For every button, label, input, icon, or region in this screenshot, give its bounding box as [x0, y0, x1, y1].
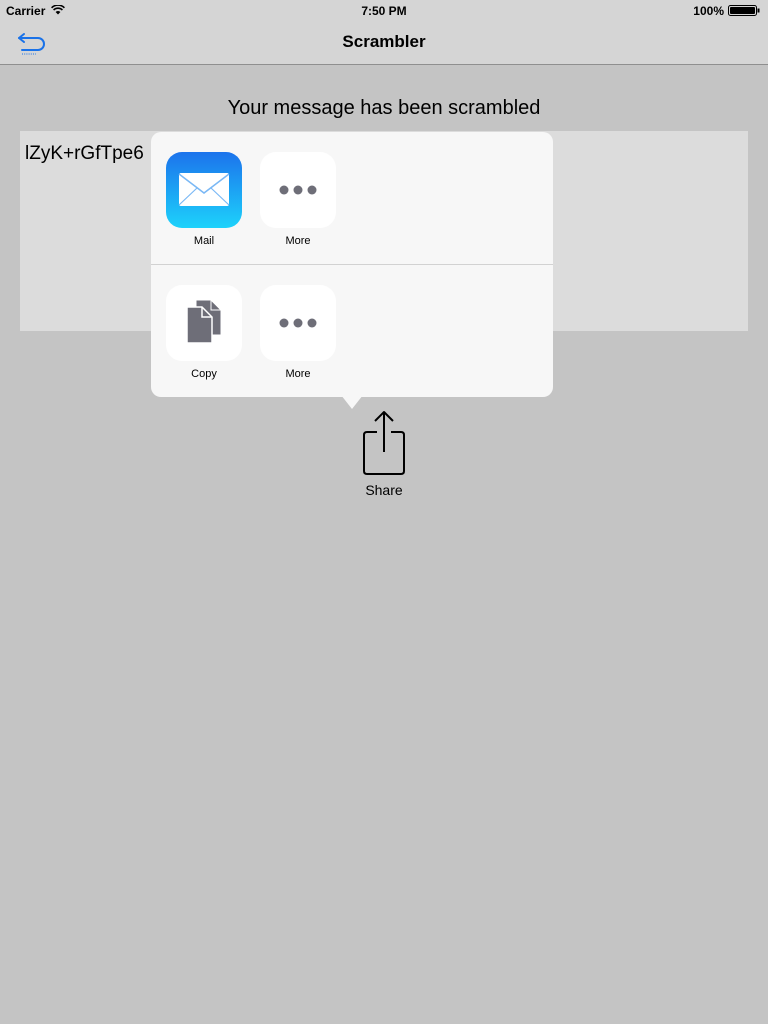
mail-icon	[178, 173, 230, 206]
share-label: Share	[365, 482, 403, 498]
more-icon	[279, 318, 317, 328]
share-option-label: More	[285, 235, 311, 247]
share-option-more-activities[interactable]: More	[260, 152, 336, 256]
status-time: 7:50 PM	[361, 4, 407, 18]
nav-title: Scrambler	[342, 32, 426, 51]
more-icon	[279, 185, 317, 195]
share-option-copy[interactable]: Copy	[166, 285, 242, 389]
share-icon	[363, 411, 405, 475]
copy-tile	[166, 285, 242, 361]
mail-tile	[166, 152, 242, 228]
share-sheet-popover: Mail More Copy More	[151, 132, 553, 397]
share-option-mail[interactable]: Mail	[166, 152, 242, 256]
share-option-label: Mail	[193, 235, 215, 247]
share-option-more-actions[interactable]: More	[260, 285, 336, 389]
navigation-bar: Scrambler	[0, 20, 768, 65]
page-headline: Your message has been scrambled	[227, 97, 541, 119]
battery-percentage: 100%	[693, 4, 724, 18]
battery-icon	[728, 5, 760, 16]
share-option-label: More	[285, 368, 311, 380]
share-sheet-divider	[151, 264, 553, 265]
more-tile	[260, 285, 336, 361]
status-bar: Carrier 7:50 PM 100%	[0, 0, 768, 20]
more-tile	[260, 152, 336, 228]
share-option-label: Copy	[191, 368, 217, 380]
popover-arrow	[341, 395, 363, 409]
copy-icon	[186, 299, 222, 344]
scrambled-message-text: lZyK+rGfTpe6	[25, 143, 144, 164]
share-button[interactable]: Share	[352, 408, 416, 500]
